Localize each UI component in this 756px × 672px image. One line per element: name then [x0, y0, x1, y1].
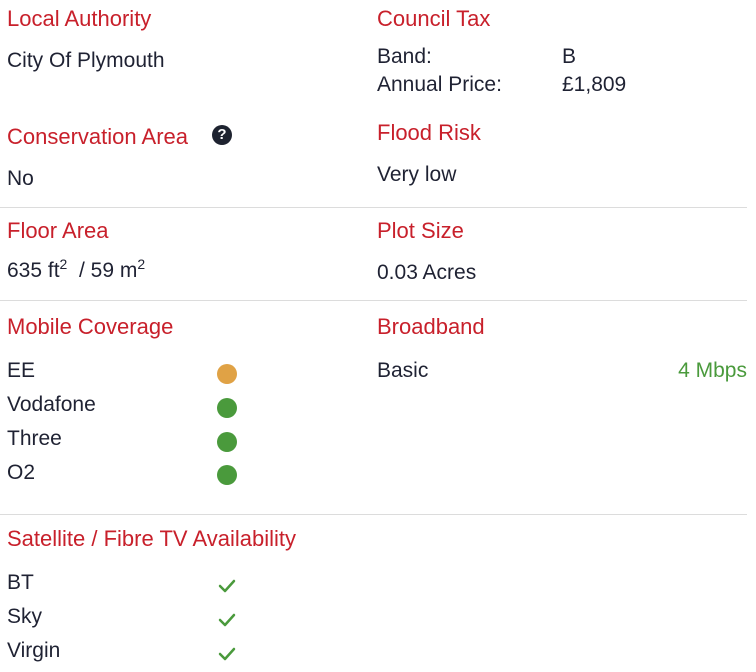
carrier-name-vodafone: Vodafone — [7, 393, 96, 416]
tv-availability-heading: Satellite / Fibre TV Availability — [7, 526, 296, 551]
council-tax-band-value: B — [562, 45, 577, 68]
carrier-name-three: Three — [7, 427, 62, 450]
plot-size-value: 0.03 Acres — [377, 261, 477, 284]
help-icon[interactable]: ? — [212, 125, 232, 145]
local-authority-value: City Of Plymouth — [7, 49, 165, 72]
tv-provider-virgin: Virgin — [7, 639, 61, 662]
local-authority-heading: Local Authority — [7, 6, 152, 31]
broadband-heading: Broadband — [377, 314, 485, 339]
divider — [0, 207, 747, 208]
carrier-name-ee: EE — [7, 359, 36, 382]
broadband-type: Basic — [377, 359, 429, 382]
mobile-coverage-heading: Mobile Coverage — [7, 314, 174, 339]
coverage-dot-three — [217, 432, 237, 452]
council-tax-price-value: £1,809 — [562, 73, 627, 96]
tv-provider-bt: BT — [7, 571, 34, 594]
tv-provider-sky: Sky — [7, 605, 43, 628]
floor-area-ft-exp: 2 — [59, 256, 68, 272]
floor-area-m-exp: 2 — [137, 256, 146, 272]
check-icon — [218, 647, 236, 661]
floor-area-ft: 635 ft — [7, 259, 60, 282]
floor-area-m: / 59 m — [79, 259, 138, 282]
council-tax-price-label: Annual Price: — [377, 73, 502, 96]
coverage-dot-o2 — [217, 465, 237, 485]
coverage-dot-ee — [217, 364, 237, 384]
flood-risk-value: Very low — [377, 163, 457, 186]
broadband-speed: 4 Mbps — [678, 359, 747, 382]
floor-area-heading: Floor Area — [7, 218, 109, 243]
coverage-dot-vodafone — [217, 398, 237, 418]
divider — [0, 300, 747, 301]
plot-size-heading: Plot Size — [377, 218, 464, 243]
carrier-name-o2: O2 — [7, 461, 36, 484]
council-tax-heading: Council Tax — [377, 6, 491, 31]
check-icon — [218, 579, 236, 593]
flood-risk-heading: Flood Risk — [377, 120, 481, 145]
conservation-area-value: No — [7, 167, 34, 190]
conservation-area-heading: Conservation Area — [7, 124, 188, 149]
check-icon — [218, 613, 236, 627]
floor-area-value: 635 ft2 / 59 m2 — [7, 256, 146, 284]
divider — [0, 514, 747, 515]
council-tax-band-label: Band: — [377, 45, 432, 68]
